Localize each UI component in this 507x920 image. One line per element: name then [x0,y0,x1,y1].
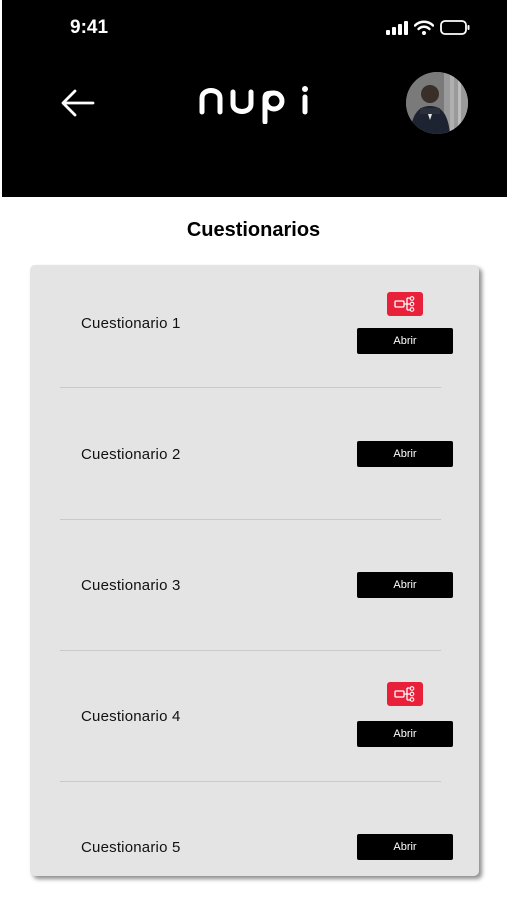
list-item: Cuestionario 4 Abrir [30,658,479,789]
list-item: Cuestionario 5 Abrir [30,789,479,920]
open-button[interactable]: Abrir [357,834,453,860]
divider [60,387,441,388]
avatar-photo-icon [406,72,468,134]
questionnaire-list: Cuestionario 1 Abrir Cuestionario 2 Abri… [30,265,479,876]
user-avatar[interactable] [406,72,468,134]
divider [60,519,441,520]
questionnaire-label: Cuestionario 2 [81,446,181,463]
questionnaire-label: Cuestionario 5 [81,839,181,856]
open-button[interactable]: Abrir [357,572,453,598]
flowchart-icon [394,296,415,312]
battery-icon [440,20,470,35]
open-button[interactable]: Abrir [357,441,453,467]
status-time: 9:41 [70,17,109,38]
status-icons [386,20,470,35]
list-item: Cuestionario 2 Abrir [30,396,479,527]
divider [60,781,441,782]
signal-icon [386,20,408,35]
divider [60,650,441,651]
questionnaire-label: Cuestionario 3 [81,577,181,594]
list-item: Cuestionario 3 Abrir [30,527,479,658]
page-title: Cuestionarios [186,219,321,241]
questionnaire-label: Cuestionario 1 [81,315,181,332]
flow-diagram-badge[interactable] [387,292,423,316]
flowchart-icon [394,686,415,702]
nupi-logo [199,86,308,124]
list-item: Cuestionario 1 Abrir [30,265,479,396]
questionnaire-label: Cuestionario 4 [81,708,181,725]
open-button[interactable]: Abrir [357,721,453,747]
flow-diagram-badge[interactable] [387,682,423,706]
open-button[interactable]: Abrir [357,328,453,354]
app-header: 9:41 [2,0,507,197]
back-arrow-icon[interactable] [60,88,96,118]
wifi-icon [414,20,434,35]
